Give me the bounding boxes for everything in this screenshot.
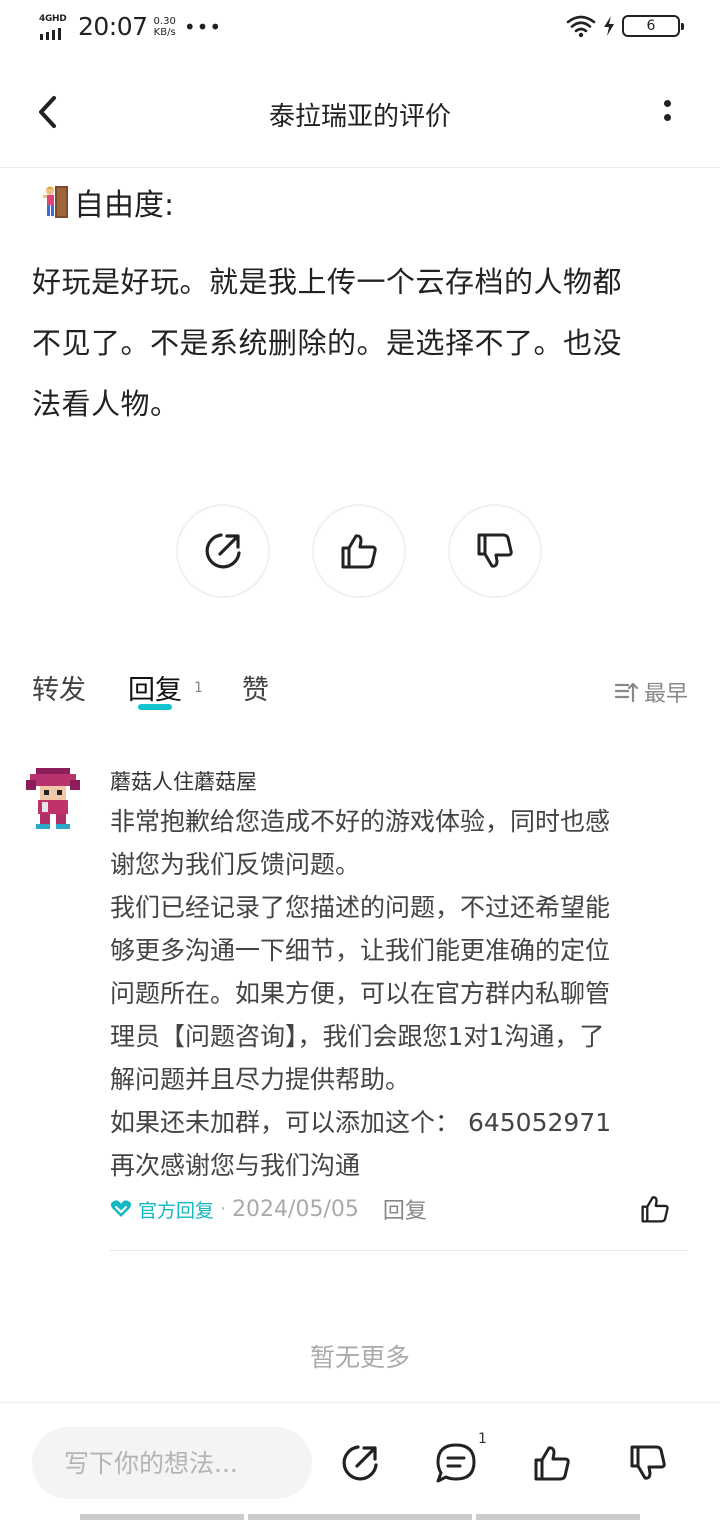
official-reply-badge: 官方回复: [110, 1196, 214, 1223]
meta-separator: ·: [220, 1198, 227, 1220]
tab-reply[interactable]: 回复: [128, 668, 182, 707]
official-reply-label: 官方回复: [138, 1199, 215, 1222]
more-vertical-icon: [660, 100, 674, 121]
reply-text-line: 谢您为我们反馈问题。: [110, 850, 361, 879]
reply-text-line: 再次感谢您与我们沟通: [110, 1151, 361, 1180]
reply-text: 非常抱歉给您造成不好的游戏体验，同时也感 谢您为我们反馈问题。 我们已经记录了您…: [110, 800, 690, 1187]
review-tag: 自由度:: [40, 180, 174, 224]
reply-meta: 官方回复 · 2024/05/05 回复: [110, 1192, 688, 1226]
sort-button[interactable]: 最早: [614, 676, 688, 708]
sort-icon: [614, 682, 638, 703]
reply-author[interactable]: 蘑菇人住蘑菇屋: [110, 766, 257, 796]
battery-icon: 6: [622, 15, 684, 37]
thumbs-down-icon: [630, 1445, 666, 1480]
battery-level: 6: [646, 18, 656, 34]
share-icon: [342, 1445, 378, 1481]
reply-count: 1: [194, 680, 203, 696]
reply-text-line: 非常抱歉给您造成不好的游戏体验，同时也感: [110, 807, 611, 836]
status-bar: 4GHD 20:07 0.30 KB/s ••• 6: [0, 0, 720, 56]
comment-button[interactable]: [434, 1441, 478, 1485]
divider: [110, 1250, 688, 1251]
charging-icon: [604, 16, 614, 36]
page-title: 泰拉瑞亚的评价: [268, 102, 451, 132]
thumbs-up-icon: [534, 1446, 570, 1481]
status-time: 20:07: [78, 12, 148, 41]
reply-text-line: 够更多沟通一下细节，让我们能更准确的定位: [110, 936, 611, 965]
share-button[interactable]: [338, 1441, 382, 1485]
thumbs-up-icon: [641, 1196, 669, 1223]
official-heart-icon: [110, 1200, 132, 1217]
gesture-bar-segment: [80, 1514, 244, 1520]
detail-tabs: 转发 回复 1 赞 最早: [0, 668, 720, 716]
like-button[interactable]: [312, 504, 406, 598]
thumbs-up-icon: [341, 534, 377, 569]
reply-text-line: 我们已经记录了您描述的问题，不过还希望能: [110, 893, 611, 922]
cellular-signal-icon: 4GHD: [38, 14, 70, 40]
network-type: 4GHD: [39, 13, 67, 24]
review-text-line: 法看人物。: [32, 387, 180, 421]
network-speed-value: 0.30: [153, 15, 176, 27]
character-emoji-icon: [43, 186, 68, 218]
reply-action-button[interactable]: 回复: [383, 1193, 427, 1225]
tab-like[interactable]: 赞: [242, 668, 269, 707]
reply-text-line: 理员【问题咨询】，我们会跟您1对1沟通，了: [110, 1022, 605, 1051]
tab-forward[interactable]: 转发: [32, 668, 86, 707]
reply-text-line: 问题所在。如果方便，可以在官方群内私聊管: [110, 979, 611, 1008]
review-tag-label: 自由度:: [74, 188, 175, 223]
comment-input[interactable]: [32, 1427, 312, 1499]
review-actions: [176, 504, 542, 598]
more-notifications-icon: •••: [183, 14, 223, 39]
review-text-line: 好玩是好玩。就是我上传一个云存档的人物都: [32, 265, 623, 299]
sort-label: 最早: [643, 682, 688, 707]
dislike-button[interactable]: [626, 1441, 670, 1485]
review-text: 好玩是好玩。就是我上传一个云存档的人物都 不见了。不是系统删除的。是选择不了。也…: [32, 252, 692, 435]
thumbs-down-icon: [477, 533, 513, 568]
share-icon: [205, 533, 241, 569]
network-speed-unit: KB/s: [153, 26, 176, 38]
reply-text-line: 解问题并且尽力提供帮助。: [110, 1065, 411, 1094]
more-options-button[interactable]: [660, 100, 674, 126]
no-more-label: 暂无更多: [309, 1343, 410, 1372]
reply-date: 2024/05/05: [232, 1196, 359, 1222]
share-button[interactable]: [176, 504, 270, 598]
avatar[interactable]: [26, 766, 80, 830]
reply-like-button[interactable]: [638, 1192, 672, 1232]
dislike-button[interactable]: [448, 504, 542, 598]
review-text-line: 不见了。不是系统删除的。是选择不了。也没: [32, 326, 623, 360]
gesture-bar-segment: [248, 1514, 472, 1520]
active-tab-indicator: [138, 704, 172, 710]
bottom-action-bar: 1: [0, 1402, 720, 1520]
wifi-icon: [566, 15, 596, 38]
comment-icon: [436, 1443, 476, 1483]
top-app-bar: 泰拉瑞亚的评价: [0, 56, 720, 168]
reply-text-line: 如果还未加群，可以添加这个： 645052971: [110, 1108, 612, 1137]
like-button[interactable]: [530, 1441, 574, 1485]
network-speed: 0.30 KB/s: [154, 16, 176, 38]
comment-count-badge: 1: [478, 1431, 487, 1447]
gesture-bar-segment: [476, 1514, 640, 1520]
